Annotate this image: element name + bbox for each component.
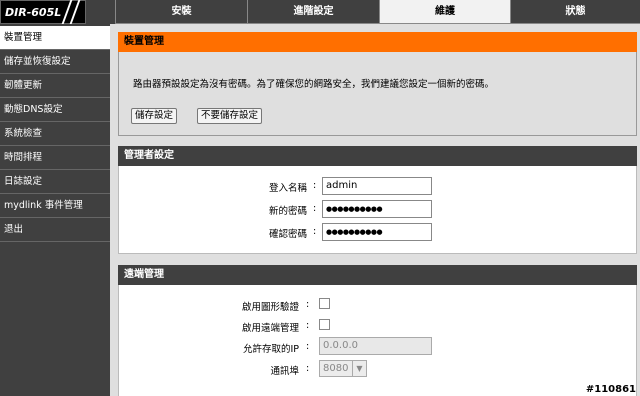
new-password-input[interactable]: ●●●●●●●●●●	[322, 200, 432, 218]
remote-mgmt-label: 啟用遠端管理	[241, 323, 299, 334]
panel-body: 啟用圖形驗證 : 啟用遠端管理 : 允許存取的IP : 0.0.0.0 通訊埠 …	[118, 285, 637, 396]
confirm-password-input[interactable]: ●●●●●●●●●●	[322, 223, 432, 241]
panel-body: 路由器預設設定為沒有密碼。為了確保您的網路安全，我們建議您設定一個新的密碼。 儲…	[118, 52, 637, 136]
panel-title: 遠端管理	[118, 265, 637, 285]
tab-maintenance[interactable]: 維護	[379, 0, 510, 24]
login-name-label: 登入名稱	[268, 183, 307, 194]
port-value: 8080	[323, 363, 349, 374]
tab-setup[interactable]: 安裝	[115, 0, 247, 24]
main-content: 裝置管理 路由器預設設定為沒有密碼。為了確保您的網路安全，我們建議您設定一個新的…	[110, 24, 640, 396]
panel-body: 登入名稱 : admin 新的密碼 : ●●●●●●●●●● 確認密碼 : ●●…	[118, 166, 637, 254]
admin-settings-panel: 管理者設定 登入名稱 : admin 新的密碼 : ●●●●●●●●●● 確認密…	[118, 146, 637, 254]
panel-title: 管理者設定	[118, 146, 637, 166]
sidebar-item-device-admin[interactable]: 裝置管理	[0, 26, 110, 50]
sidebar-item-mydlink-events[interactable]: mydlink 事件管理	[0, 194, 110, 218]
sidebar-item-ddns[interactable]: 動態DNS設定	[0, 98, 110, 122]
colon: :	[313, 203, 317, 214]
colon: :	[313, 226, 317, 237]
sidebar-item-schedules[interactable]: 時間排程	[0, 146, 110, 170]
top-nav: DIR-605L 安裝 進階設定 維護 狀態	[0, 0, 640, 24]
colon: :	[313, 180, 317, 191]
confirm-password-label: 確認密碼	[268, 229, 307, 240]
sidebar-item-firmware[interactable]: 韌體更新	[0, 74, 110, 98]
save-settings-button[interactable]: 儲存設定	[131, 108, 178, 124]
sidebar-item-save-restore[interactable]: 儲存並恢復設定	[0, 50, 110, 74]
colon: :	[306, 320, 310, 331]
port-label: 通訊埠	[270, 366, 299, 377]
tab-status[interactable]: 狀態	[510, 0, 640, 24]
panel-title: 裝置管理	[118, 32, 637, 52]
tab-advanced[interactable]: 進階設定	[247, 0, 379, 24]
remote-mgmt-checkbox[interactable]	[319, 319, 330, 330]
watermark: #110861	[585, 384, 636, 395]
colon: :	[306, 299, 310, 310]
sidebar-item-logout[interactable]: 退出	[0, 218, 110, 242]
sidebar-item-log-settings[interactable]: 日誌設定	[0, 170, 110, 194]
new-password-label: 新的密碼	[268, 206, 307, 217]
allowed-ip-label: 允許存取的IP	[242, 344, 299, 355]
chevron-down-icon: ▼	[352, 361, 366, 376]
allowed-ip-input[interactable]: 0.0.0.0	[319, 337, 432, 355]
device-admin-panel: 裝置管理 路由器預設設定為沒有密碼。為了確保您的網路安全，我們建議您設定一個新的…	[118, 32, 637, 136]
info-message: 路由器預設設定為沒有密碼。為了確保您的網路安全，我們建議您設定一個新的密碼。	[133, 79, 495, 90]
remote-management-panel: 遠端管理 啟用圖形驗證 : 啟用遠端管理 : 允許存取的IP : 0.0.0.0…	[118, 265, 637, 396]
captcha-checkbox[interactable]	[319, 298, 330, 309]
port-select[interactable]: 8080 ▼	[319, 360, 367, 377]
sidebar-item-system-check[interactable]: 系統檢查	[0, 122, 110, 146]
colon: :	[306, 341, 310, 352]
captcha-label: 啟用圖形驗證	[241, 302, 299, 313]
dont-save-settings-button[interactable]: 不要儲存設定	[197, 108, 263, 124]
login-name-input[interactable]: admin	[322, 177, 432, 195]
colon: :	[306, 363, 310, 374]
sidebar: 裝置管理 儲存並恢復設定 韌體更新 動態DNS設定 系統檢查 時間排程 日誌設定…	[0, 24, 110, 396]
